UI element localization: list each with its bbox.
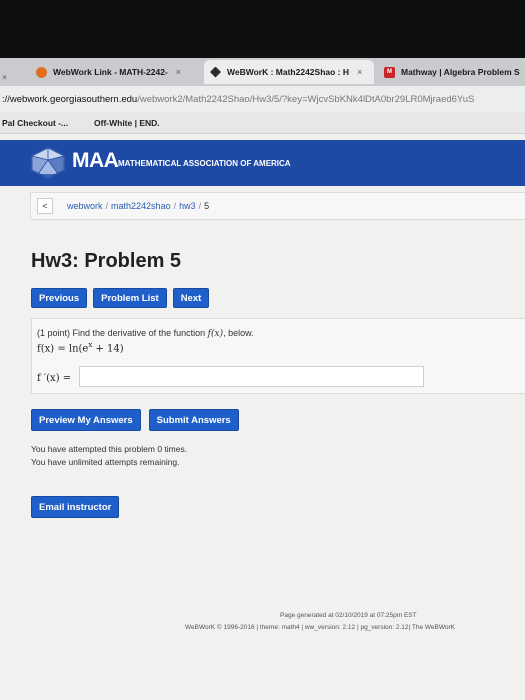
breadcrumb-webwork[interactable]: webwork [67, 201, 103, 211]
submit-answers-button[interactable]: Submit Answers [148, 409, 239, 431]
problem-list-button[interactable]: Problem List [93, 288, 167, 308]
problem-prompt: (1 point) Find the derivative of the fun… [37, 328, 254, 339]
tab-mathway[interactable]: M Mathway | Algebra Problem S [380, 60, 525, 84]
bookmark-off-white[interactable]: Off-White | END. [94, 118, 160, 128]
close-icon[interactable]: × [2, 72, 7, 82]
breadcrumb-problem: 5 [204, 201, 210, 211]
problem-function-name: f(x) [207, 329, 224, 339]
chevron-left-icon: < [42, 201, 48, 211]
answer-actions: Preview My Answers Submit Answers [31, 409, 239, 431]
address-bar[interactable]: ://webwork.georgiasouthern.edu/webwork2/… [0, 86, 525, 112]
breadcrumb-separator: / [173, 201, 177, 211]
maa-header: MAA MATHEMATICAL ASSOCIATION OF AMERICA [0, 140, 525, 186]
attempts-remaining-text: You have unlimited attempts remaining. [31, 457, 180, 467]
attempts-count-text: You have attempted this problem 0 times. [31, 444, 188, 454]
maa-org-name: MATHEMATICAL ASSOCIATION OF AMERICA [118, 159, 291, 168]
back-button[interactable]: < [37, 198, 53, 214]
tab-webwork-link[interactable]: WebWork Link - MATH-2242- × [32, 60, 200, 84]
equation-rhs: + 14) [92, 343, 124, 355]
breadcrumb: < webwork / math2242shao / hw3 / 5 [30, 192, 525, 220]
answer-label: f ′(x) = [37, 373, 72, 384]
tab-label: WebWork Link - MATH-2242- [53, 67, 168, 77]
tab-label: Mathway | Algebra Problem S [401, 67, 520, 77]
email-instructor-button[interactable]: Email instructor [31, 496, 120, 518]
breadcrumb-separator: / [105, 201, 109, 211]
problem-points: (1 point) [37, 328, 71, 338]
problem-body: (1 point) Find the derivative of the fun… [31, 318, 525, 394]
close-icon[interactable]: × [176, 67, 181, 77]
url-path: /webwork2/Math2242Shao/Hw3/5/?key=WjcvSb… [137, 93, 475, 105]
tab-label: WeBWorK : Math2242Shao : H [227, 67, 350, 77]
close-icon[interactable]: × [357, 67, 362, 77]
mathway-favicon-icon: M [384, 66, 395, 78]
attempt-status: You have attempted this problem 0 times.… [31, 443, 187, 469]
next-button[interactable]: Next [172, 288, 210, 308]
problem-prompt-text: Find the derivative of the function [72, 328, 206, 338]
problem-navigation: Previous Problem List Next [31, 288, 210, 308]
maa-icosahedron-logo-icon [31, 147, 65, 179]
footer-credits: WeBWorK © 1996-2016 | theme: math4 | ww_… [185, 624, 455, 631]
page-content: MAA MATHEMATICAL ASSOCIATION OF AMERICA … [0, 134, 525, 700]
previous-button[interactable]: Previous [31, 288, 88, 308]
bookmark-pal-checkout[interactable]: Pal Checkout -... [2, 118, 68, 128]
answer-input[interactable] [79, 366, 424, 387]
problem-prompt-end: , below. [223, 328, 254, 338]
bookmarks-bar: Pal Checkout -... Off-White | END. [0, 112, 525, 134]
email-section: Email instructor [31, 496, 120, 518]
url-host: ://webwork.georgiasouthern.edu [2, 93, 138, 105]
webwork-favicon-icon [36, 66, 47, 78]
preview-answers-button[interactable]: Preview My Answers [31, 409, 141, 431]
webwork-favicon-icon [210, 66, 221, 78]
equation-lhs: f(x) = ln(e [37, 343, 89, 355]
breadcrumb-course[interactable]: math2242shao [111, 201, 171, 211]
browser-tab-strip: × WebWork Link - MATH-2242- × WeBWorK : … [0, 58, 525, 86]
page-title: Hw3: Problem 5 [31, 250, 182, 272]
maa-logo-text: MAA [72, 149, 119, 172]
tab-webwork-math2242[interactable]: WeBWorK : Math2242Shao : H × [204, 60, 374, 84]
footer-generated: Page generated at 02/10/2019 at 07:25pm … [280, 612, 417, 619]
page-footer: Page generated at 02/10/2019 at 07:25pm … [185, 610, 525, 634]
breadcrumb-set[interactable]: hw3 [179, 201, 196, 211]
problem-equation: f(x) = ln(ex + 14) [37, 341, 124, 354]
breadcrumb-separator: / [198, 201, 202, 211]
